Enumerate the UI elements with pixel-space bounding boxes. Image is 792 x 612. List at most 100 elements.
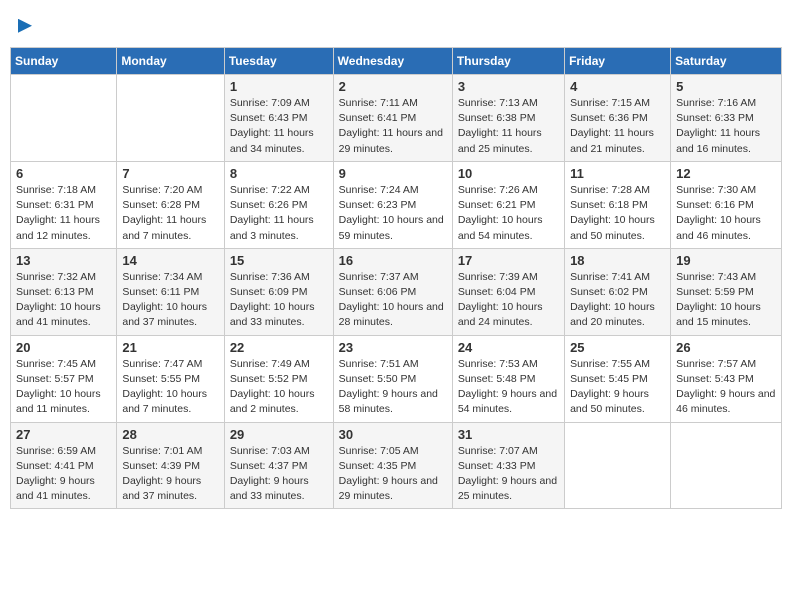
day-number: 5: [676, 79, 776, 94]
day-info: Sunrise: 7:24 AMSunset: 6:23 PMDaylight:…: [339, 183, 447, 244]
day-number: 23: [339, 340, 447, 355]
day-number: 25: [570, 340, 665, 355]
day-info: Sunrise: 7:20 AMSunset: 6:28 PMDaylight:…: [122, 183, 218, 244]
day-info: Sunrise: 7:07 AMSunset: 4:33 PMDaylight:…: [458, 444, 559, 505]
day-cell: 4 Sunrise: 7:15 AMSunset: 6:36 PMDaylight…: [565, 75, 671, 162]
day-number: 18: [570, 253, 665, 268]
day-cell: [565, 422, 671, 509]
day-info: Sunrise: 7:28 AMSunset: 6:18 PMDaylight:…: [570, 183, 665, 244]
day-number: 6: [16, 166, 111, 181]
day-info: Sunrise: 7:03 AMSunset: 4:37 PMDaylight:…: [230, 444, 328, 505]
logo: [16, 14, 32, 35]
day-info: Sunrise: 7:18 AMSunset: 6:31 PMDaylight:…: [16, 183, 111, 244]
day-cell: 21 Sunrise: 7:47 AMSunset: 5:55 PMDayligh…: [117, 335, 224, 422]
day-cell: 13 Sunrise: 7:32 AMSunset: 6:13 PMDayligh…: [11, 248, 117, 335]
week-row-5: 27 Sunrise: 6:59 AMSunset: 4:41 PMDayligh…: [11, 422, 782, 509]
day-number: 15: [230, 253, 328, 268]
week-row-3: 13 Sunrise: 7:32 AMSunset: 6:13 PMDayligh…: [11, 248, 782, 335]
day-number: 12: [676, 166, 776, 181]
day-info: Sunrise: 7:34 AMSunset: 6:11 PMDaylight:…: [122, 270, 218, 331]
day-number: 9: [339, 166, 447, 181]
day-info: Sunrise: 7:11 AMSunset: 6:41 PMDaylight:…: [339, 96, 447, 157]
day-number: 20: [16, 340, 111, 355]
day-cell: 17 Sunrise: 7:39 AMSunset: 6:04 PMDayligh…: [452, 248, 564, 335]
day-info: Sunrise: 7:49 AMSunset: 5:52 PMDaylight:…: [230, 357, 328, 418]
header-day-tuesday: Tuesday: [224, 48, 333, 75]
day-cell: 27 Sunrise: 6:59 AMSunset: 4:41 PMDayligh…: [11, 422, 117, 509]
day-cell: [671, 422, 782, 509]
day-cell: 24 Sunrise: 7:53 AMSunset: 5:48 PMDayligh…: [452, 335, 564, 422]
day-info: Sunrise: 7:16 AMSunset: 6:33 PMDaylight:…: [676, 96, 776, 157]
header-day-sunday: Sunday: [11, 48, 117, 75]
header-day-thursday: Thursday: [452, 48, 564, 75]
day-cell: 3 Sunrise: 7:13 AMSunset: 6:38 PMDaylight…: [452, 75, 564, 162]
day-number: 24: [458, 340, 559, 355]
day-number: 7: [122, 166, 218, 181]
day-cell: 30 Sunrise: 7:05 AMSunset: 4:35 PMDayligh…: [333, 422, 452, 509]
header-day-saturday: Saturday: [671, 48, 782, 75]
day-info: Sunrise: 7:15 AMSunset: 6:36 PMDaylight:…: [570, 96, 665, 157]
day-cell: 9 Sunrise: 7:24 AMSunset: 6:23 PMDaylight…: [333, 161, 452, 248]
day-number: 30: [339, 427, 447, 442]
day-cell: 25 Sunrise: 7:55 AMSunset: 5:45 PMDayligh…: [565, 335, 671, 422]
day-number: 3: [458, 79, 559, 94]
day-number: 27: [16, 427, 111, 442]
day-info: Sunrise: 7:13 AMSunset: 6:38 PMDaylight:…: [458, 96, 559, 157]
logo-icon: [18, 19, 32, 33]
day-cell: [11, 75, 117, 162]
header-day-friday: Friday: [565, 48, 671, 75]
calendar-table: SundayMondayTuesdayWednesdayThursdayFrid…: [10, 47, 782, 509]
day-cell: 1 Sunrise: 7:09 AMSunset: 6:43 PMDaylight…: [224, 75, 333, 162]
day-cell: 29 Sunrise: 7:03 AMSunset: 4:37 PMDayligh…: [224, 422, 333, 509]
day-number: 28: [122, 427, 218, 442]
header: [10, 10, 782, 39]
day-number: 17: [458, 253, 559, 268]
logo-text: [16, 14, 32, 35]
day-number: 29: [230, 427, 328, 442]
day-cell: 18Sunrise: 7:41 AMSunset: 6:02 PMDayligh…: [565, 248, 671, 335]
day-number: 21: [122, 340, 218, 355]
day-info: Sunrise: 7:05 AMSunset: 4:35 PMDaylight:…: [339, 444, 447, 505]
day-number: 22: [230, 340, 328, 355]
day-cell: [117, 75, 224, 162]
day-cell: 2 Sunrise: 7:11 AMSunset: 6:41 PMDaylight…: [333, 75, 452, 162]
day-info: Sunrise: 7:53 AMSunset: 5:48 PMDaylight:…: [458, 357, 559, 418]
day-cell: 22 Sunrise: 7:49 AMSunset: 5:52 PMDayligh…: [224, 335, 333, 422]
day-number: 1: [230, 79, 328, 94]
day-cell: 8Sunrise: 7:22 AMSunset: 6:26 PMDaylight…: [224, 161, 333, 248]
week-row-2: 6 Sunrise: 7:18 AMSunset: 6:31 PMDaylight…: [11, 161, 782, 248]
day-number: 4: [570, 79, 665, 94]
day-info: Sunrise: 7:36 AMSunset: 6:09 PMDaylight:…: [230, 270, 328, 331]
day-cell: 16 Sunrise: 7:37 AMSunset: 6:06 PMDayligh…: [333, 248, 452, 335]
day-number: 19: [676, 253, 776, 268]
day-info: Sunrise: 7:47 AMSunset: 5:55 PMDaylight:…: [122, 357, 218, 418]
day-info: Sunrise: 7:32 AMSunset: 6:13 PMDaylight:…: [16, 270, 111, 331]
header-day-monday: Monday: [117, 48, 224, 75]
day-info: Sunrise: 7:55 AMSunset: 5:45 PMDaylight:…: [570, 357, 665, 418]
day-cell: 10 Sunrise: 7:26 AMSunset: 6:21 PMDayligh…: [452, 161, 564, 248]
day-number: 11: [570, 166, 665, 181]
day-info: Sunrise: 7:37 AMSunset: 6:06 PMDaylight:…: [339, 270, 447, 331]
day-number: 14: [122, 253, 218, 268]
calendar-header-row: SundayMondayTuesdayWednesdayThursdayFrid…: [11, 48, 782, 75]
day-cell: 19Sunrise: 7:43 AMSunset: 5:59 PMDayligh…: [671, 248, 782, 335]
day-info: Sunrise: 7:22 AMSunset: 6:26 PMDaylight:…: [230, 183, 328, 244]
day-cell: 7 Sunrise: 7:20 AMSunset: 6:28 PMDaylight…: [117, 161, 224, 248]
day-info: Sunrise: 7:51 AMSunset: 5:50 PMDaylight:…: [339, 357, 447, 418]
day-number: 16: [339, 253, 447, 268]
day-number: 31: [458, 427, 559, 442]
week-row-4: 20 Sunrise: 7:45 AMSunset: 5:57 PMDayligh…: [11, 335, 782, 422]
day-info: Sunrise: 7:45 AMSunset: 5:57 PMDaylight:…: [16, 357, 111, 418]
day-info: Sunrise: 7:26 AMSunset: 6:21 PMDaylight:…: [458, 183, 559, 244]
day-number: 2: [339, 79, 447, 94]
day-info: Sunrise: 7:39 AMSunset: 6:04 PMDaylight:…: [458, 270, 559, 331]
day-info: Sunrise: 6:59 AMSunset: 4:41 PMDaylight:…: [16, 444, 111, 505]
day-info: Sunrise: 7:57 AMSunset: 5:43 PMDaylight:…: [676, 357, 776, 418]
day-cell: 31 Sunrise: 7:07 AMSunset: 4:33 PMDayligh…: [452, 422, 564, 509]
day-number: 10: [458, 166, 559, 181]
day-info: Sunrise: 7:09 AMSunset: 6:43 PMDaylight:…: [230, 96, 328, 157]
day-cell: 20 Sunrise: 7:45 AMSunset: 5:57 PMDayligh…: [11, 335, 117, 422]
day-cell: 12Sunrise: 7:30 AMSunset: 6:16 PMDayligh…: [671, 161, 782, 248]
day-cell: 23 Sunrise: 7:51 AMSunset: 5:50 PMDayligh…: [333, 335, 452, 422]
day-number: 13: [16, 253, 111, 268]
